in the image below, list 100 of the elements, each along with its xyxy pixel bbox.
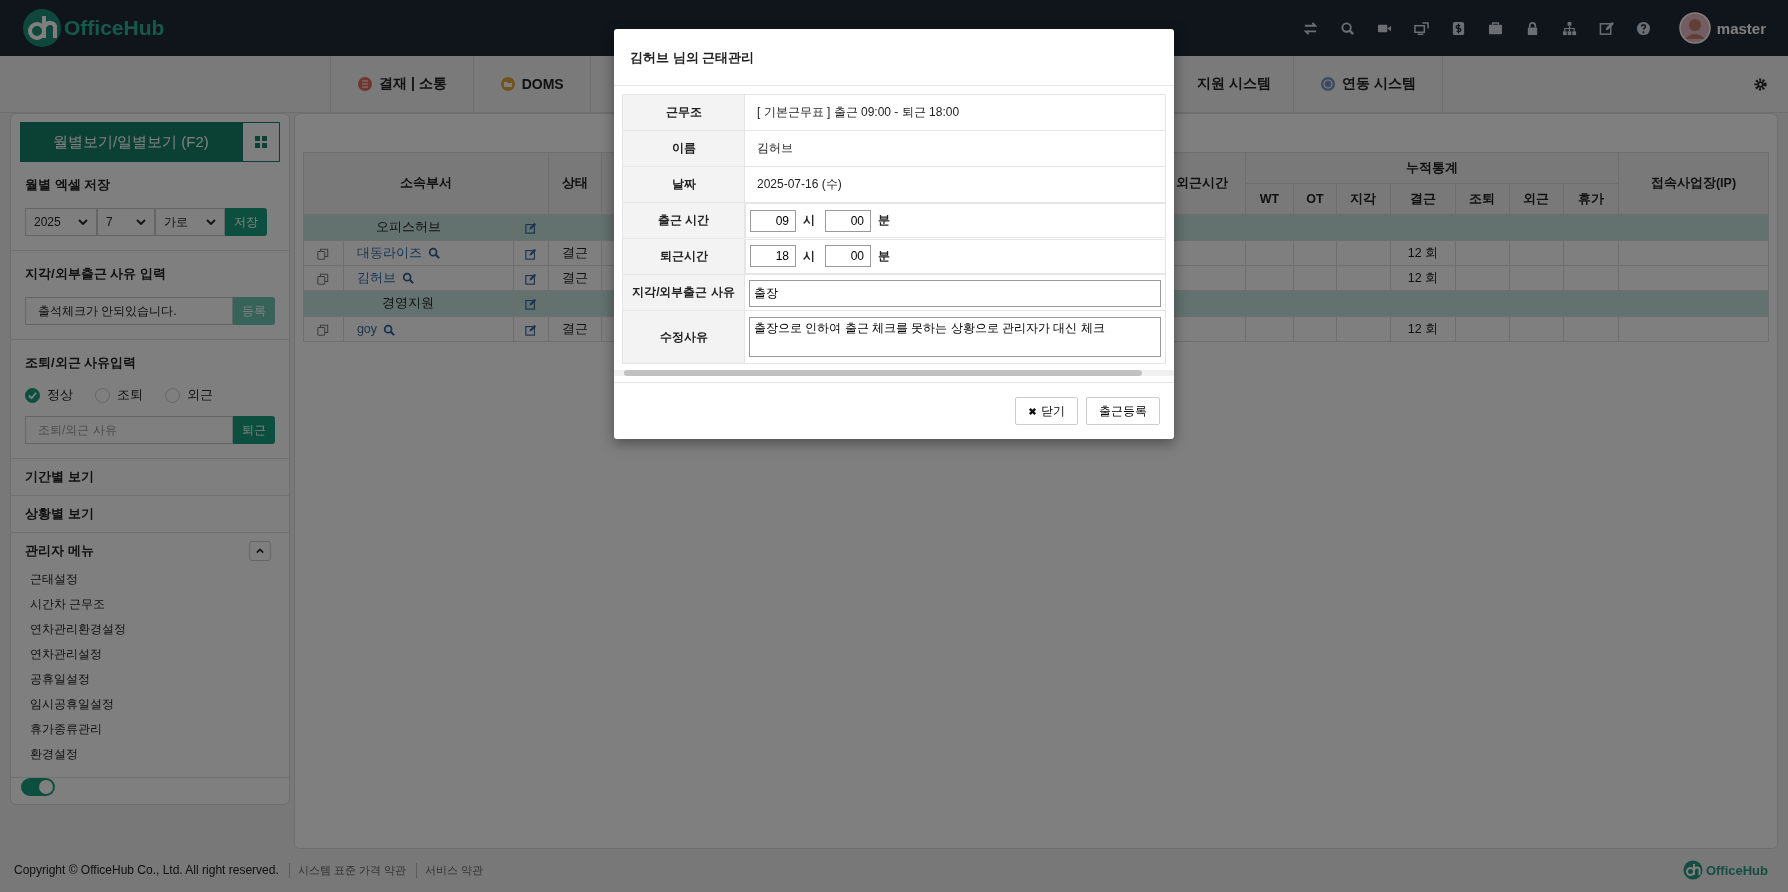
select-field[interactable]: 2025 [25,208,97,236]
monitor-icon[interactable] [1413,20,1429,36]
save-button[interactable]: 저장 [225,208,267,236]
column-header: 조퇴 [1455,183,1510,215]
unit-label: 시 [803,212,815,229]
edit-icon[interactable] [524,247,537,260]
unit-label: 분 [878,212,890,229]
field-label: 지각/외부출근 사유 [622,274,745,311]
search-icon[interactable] [427,247,440,260]
field-label: 날짜 [622,166,745,203]
minute-input[interactable]: 00 [825,209,871,232]
nav-item[interactable]: 연동 시스템 [1293,56,1443,112]
dollar-icon[interactable] [1450,20,1466,36]
edit-icon[interactable] [524,222,537,235]
caret-icon [255,548,264,554]
logo-text: OfficeHub [1705,862,1768,878]
table-cell: 12 회 [1390,316,1456,342]
horizontal-scrollbar[interactable] [614,370,1174,376]
field-value: 김허브 [756,141,793,155]
column-header: 결근 [1390,183,1456,215]
nav-item[interactable]: 결재 | 소통 [330,56,474,112]
collapse-button[interactable] [248,541,271,561]
edit-icon[interactable] [524,323,537,336]
copy-icon[interactable] [317,272,330,285]
group-cell: 오피스허브 [303,214,514,241]
radio-option[interactable]: 정상 [25,386,73,404]
folder-icon [499,76,516,92]
edit-reason-textarea[interactable]: 출장으로 인하여 출근 체크를 못하는 상황으로 관리자가 대신 체크 [749,317,1161,357]
table-cell: 12 회 [1390,265,1456,291]
select-field[interactable]: 7 [97,208,155,236]
admin-menu-item[interactable]: 연차관리환경설정 [25,617,275,642]
copy-icon[interactable] [317,323,330,336]
sidebar-link[interactable]: 기간별 보기 [11,459,289,496]
search-icon[interactable] [1339,20,1355,36]
column-header: 누적통계 [1245,152,1619,184]
admin-menu-item[interactable]: 연차관리설정 [25,642,275,667]
column-header: WT [1245,183,1294,215]
admin-menu-item[interactable]: 근태설정 [25,567,275,592]
search-icon[interactable] [401,272,414,285]
register-button[interactable]: 출근등록 [1086,397,1160,425]
footer-link[interactable]: 서비스 약관 [415,862,483,878]
copyright-text: Copyright © OfficeHub Co., Ltd. All right reserved. [14,863,279,877]
settings-icon[interactable] [1753,77,1768,92]
logo-icon [1682,860,1703,880]
user-name[interactable]: master [1716,19,1766,37]
unit-label: 시 [803,247,815,265]
search-icon[interactable] [383,323,396,336]
table-cell: 12 회 [1390,240,1456,266]
employee-link[interactable]: 김허브 [356,270,396,285]
reason-input[interactable]: 출장 [749,280,1161,307]
copy-icon[interactable] [317,247,330,260]
field-value: [ 기본근무표 ] 출근 09:00 - 퇴근 18:00 [756,105,960,119]
briefcase-icon[interactable] [1487,20,1503,36]
leave-button[interactable]: 퇴근 [232,416,275,444]
caret-icon [206,219,216,225]
grid-icon [254,136,267,148]
column-header: 지각 [1336,183,1391,215]
field-label: 이름 [622,130,745,167]
avatar-icon[interactable] [1678,12,1711,44]
radio-option[interactable]: 조퇴 [95,386,143,404]
hour-input[interactable]: 09 [750,209,796,232]
table-cell: 결근 [548,240,602,266]
section-title: 조퇴/외근 사유입력 [25,354,138,372]
section-title: 월별 엑셀 저장 [25,176,112,194]
help-icon[interactable] [1635,20,1651,36]
field-label: 퇴근시간 [622,238,745,275]
edit-icon[interactable] [524,298,537,311]
edit-icon[interactable] [524,272,537,285]
reason-input[interactable]: 출석체크가 안되있습니다. [25,297,233,325]
field-label: 수정사유 [622,310,745,364]
column-header: 상태 [548,152,602,215]
admin-menu-item[interactable]: 공휴일설정 [25,667,275,692]
dialog-title: 김허브 님의 근태관리 [614,29,1174,86]
close-button[interactable]: 닫기 [1015,397,1078,425]
admin-menu-item[interactable]: 휴가종류관리 [25,717,275,742]
field-label: 근무조 [622,94,745,131]
column-header: 접속사업장(IP) [1618,152,1769,215]
view-toggle-button[interactable]: 월별보기/일별보기 (F2) [20,122,242,162]
toggle-switch[interactable] [21,778,55,796]
document-icon [357,76,373,92]
admin-menu-item[interactable]: 임시공휴일설정 [25,692,275,717]
sitemap-icon[interactable] [1561,20,1577,36]
column-header: 외근 [1509,183,1564,215]
column-header: 휴가 [1563,183,1619,215]
unit-label: 분 [878,247,890,265]
sidebar-link[interactable]: 상황별 보기 [11,496,289,533]
footer-link[interactable]: 시스템 표준 가격 약관 [288,862,406,878]
admin-menu-item[interactable]: 환경설정 [25,742,275,767]
admin-menu-item[interactable]: 시간차 근무조 [25,592,275,617]
minute-input[interactable]: 00 [825,245,871,267]
caret-icon [78,219,88,225]
select-field[interactable]: 가로 [155,208,225,236]
caret-icon [136,219,146,225]
swap-icon[interactable] [1302,20,1318,36]
employee-link[interactable]: goy [356,322,378,336]
edit-icon[interactable] [1598,20,1614,36]
grid-view-button[interactable] [241,122,280,162]
radio-option[interactable]: 외근 [165,386,213,404]
nav-item[interactable]: DOMS [472,56,591,112]
hour-input[interactable]: 18 [750,245,796,267]
